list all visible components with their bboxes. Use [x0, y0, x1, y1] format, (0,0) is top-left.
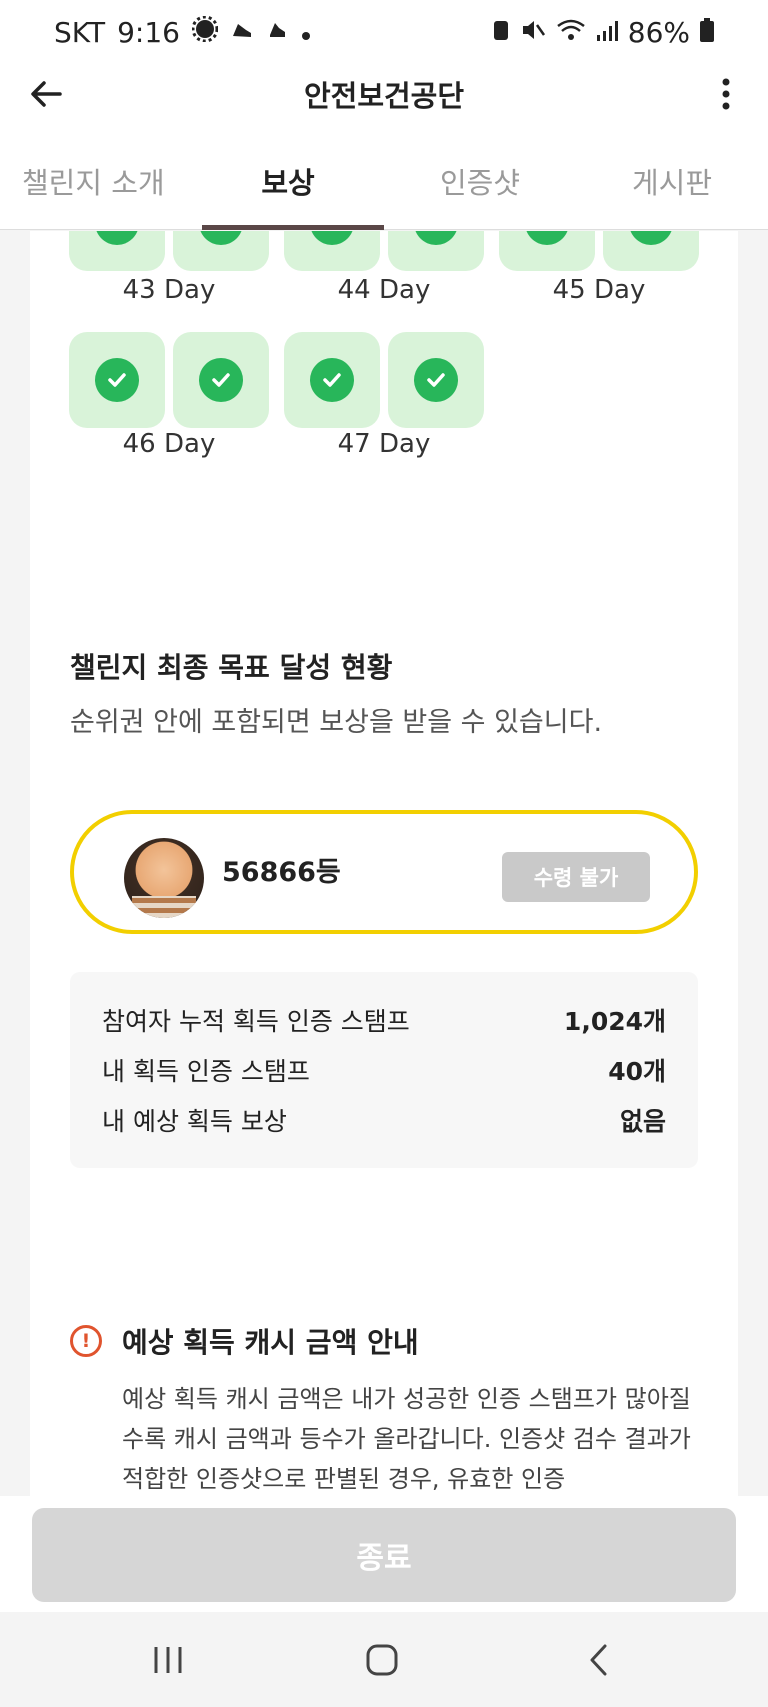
status-bar: SKT 9:16 86% [0, 0, 768, 64]
gear-badge-icon [191, 15, 219, 49]
check-icon [199, 358, 243, 402]
day-label-45: 45 Day [552, 275, 646, 305]
stamp-tile [173, 332, 269, 428]
avatar [124, 838, 204, 918]
stamp-tile [69, 332, 165, 428]
battery-icon [700, 16, 714, 49]
stamp-tile [388, 332, 484, 428]
day-label-44: 44 Day [337, 275, 431, 305]
carrier-text: SKT [54, 15, 106, 49]
notice-body: 예상 획득 캐시 금액은 내가 성공한 인증 스탬프가 많아질수록 캐시 금액과… [122, 1385, 691, 1493]
check-icon [310, 231, 354, 245]
stamp-tile [284, 332, 380, 428]
system-nav-bar [0, 1612, 768, 1707]
check-icon [414, 231, 458, 245]
day-label-47: 47 Day [337, 429, 431, 459]
stat-row: 참여자 누적 획득 인증 스탬프 1,024개 [102, 1002, 666, 1038]
rank-text: 56866등 [222, 857, 341, 888]
stat-value: 없음 [619, 1107, 666, 1136]
wifi-icon [556, 16, 586, 49]
content-scroll[interactable]: 43 Day 44 Day 45 Day 46 Day 47 Day 챌린지 최… [0, 231, 768, 1496]
tab-challenge-intro[interactable]: 챌린지 소개 [0, 124, 192, 229]
shoe-icon [230, 16, 254, 49]
stat-label: 내 획득 인증 스탬프 [102, 1057, 310, 1086]
tab-proof-shot[interactable]: 인증샷 [384, 124, 576, 229]
check-icon [310, 358, 354, 402]
mute-icon [520, 16, 546, 49]
check-icon [95, 231, 139, 245]
day-label-46: 46 Day [122, 429, 216, 459]
tab-bar: 챌린지 소개 보상 인증샷 게시판 [0, 124, 768, 230]
home-button[interactable] [352, 1636, 412, 1684]
notice-title: 예상 획득 캐시 금액 안내 [122, 1326, 419, 1359]
nav-back-button[interactable] [568, 1636, 628, 1684]
my-rank-box: 56866등 수령 불가 [70, 810, 698, 934]
arrow-left-icon [31, 81, 62, 107]
signal-icon [596, 16, 618, 49]
stamp-tile [603, 231, 699, 271]
stats-panel: 참여자 누적 획득 인증 스탬프 1,024개 내 획득 인증 스탬프 40개 … [70, 972, 698, 1168]
home-icon [366, 1644, 398, 1676]
stat-label: 참여자 누적 획득 인증 스탬프 [102, 1007, 410, 1036]
battery-saver-icon [492, 16, 510, 49]
goal-card-title: 챌린지 최종 목표 달성 현황 [70, 651, 393, 684]
stamp-tile [69, 231, 165, 271]
more-vertical-icon [722, 78, 730, 110]
stat-value: 1,024개 [563, 1007, 666, 1036]
recent-apps-button[interactable] [138, 1636, 198, 1684]
chevron-left-icon [590, 1644, 607, 1676]
check-icon [199, 231, 243, 245]
goal-card-subtitle: 순위권 안에 포함되면 보상을 받을 수 있습니다. [70, 707, 603, 738]
check-icon [95, 358, 139, 402]
stamp-tile [284, 231, 380, 271]
page-title: 안전보건공단 [303, 79, 465, 113]
stamp-tile [499, 231, 595, 271]
back-button[interactable] [22, 70, 70, 118]
shoe-icon-2 [266, 16, 288, 49]
check-icon [525, 231, 569, 245]
battery-percent: 86% [627, 15, 690, 49]
end-button[interactable]: 종료 [32, 1508, 736, 1602]
stat-row: 내 획득 인증 스탬프 40개 [102, 1052, 666, 1088]
more-options-button[interactable] [702, 70, 750, 118]
recent-apps-icon [154, 1647, 182, 1673]
stat-row: 내 예상 획득 보상 없음 [102, 1102, 666, 1138]
check-icon [414, 358, 458, 402]
cash-notice-card: ! 예상 획득 캐시 금액 안내 예상 획득 캐시 금액은 내가 성공한 인증 … [30, 1281, 738, 1496]
check-icon [629, 231, 673, 245]
stat-label: 내 예상 획득 보상 [102, 1107, 287, 1136]
stamp-tile [173, 231, 269, 271]
stat-value: 40개 [608, 1057, 666, 1086]
bottom-action-area: 종료 [0, 1496, 768, 1612]
tab-board[interactable]: 게시판 [576, 124, 768, 229]
tab-reward[interactable]: 보상 [192, 124, 384, 230]
stamp-tile [388, 231, 484, 271]
clock-text: 9:16 [117, 15, 180, 49]
app-bar: 안전보건공단 [0, 64, 768, 124]
day-label-43: 43 Day [122, 275, 216, 305]
notification-dot-icon [300, 16, 312, 49]
warning-icon: ! [70, 1325, 102, 1357]
receive-reward-button[interactable]: 수령 불가 [502, 852, 650, 902]
